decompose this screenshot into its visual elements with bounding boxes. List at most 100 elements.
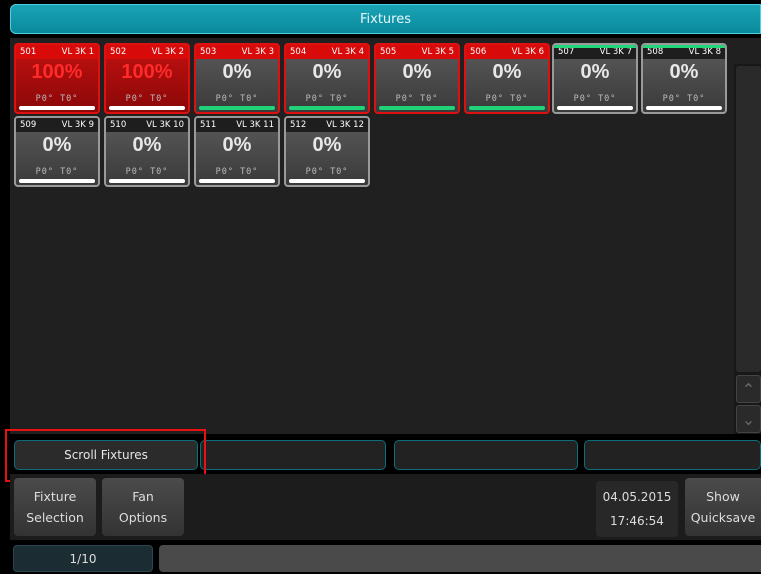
fixture-status-bar	[199, 179, 275, 183]
fixture-intensity: 0%	[42, 134, 72, 156]
fixture-tile[interactable]: 501 VL 3K 1 100% P0° T0°	[14, 43, 100, 114]
command-slot-4[interactable]	[584, 440, 761, 470]
fixture-id: 506	[470, 47, 487, 57]
scroll-up-button[interactable]: ⌃	[736, 375, 761, 403]
fixture-name: VL 3K 4	[331, 47, 364, 57]
show-quicksave-button[interactable]: Show Quicksave	[685, 478, 761, 536]
fixture-header: 502 VL 3K 2	[106, 45, 188, 59]
fixture-pan: P0°	[662, 94, 681, 104]
fixture-status-bar	[19, 106, 95, 110]
chevron-up-icon: ⌃	[741, 379, 756, 399]
page-strip	[159, 545, 761, 572]
fixture-pan: P0°	[215, 167, 234, 177]
fixture-name: VL 3K 10	[146, 120, 184, 130]
fixture-tilt: T0°	[60, 167, 79, 177]
fixture-header: 504 VL 3K 4	[286, 45, 368, 59]
fixture-pan-tilt: P0° T0°	[16, 167, 98, 177]
fixture-header: 512 VL 3K 12	[286, 118, 368, 132]
fixture-id: 504	[290, 47, 307, 57]
fixture-status-bar	[199, 106, 275, 110]
fixture-header: 505 VL 3K 5	[376, 45, 458, 59]
fixture-pan: P0°	[485, 94, 504, 104]
fixture-intensity: 0%	[312, 134, 342, 156]
fixture-tilt: T0°	[598, 94, 617, 104]
fixture-header: 507 VL 3K 7	[554, 45, 636, 59]
fixture-id: 503	[200, 47, 217, 57]
fixture-tilt: T0°	[240, 94, 259, 104]
intensity-indicator	[554, 45, 636, 48]
fixture-status-bar	[19, 179, 95, 183]
fixture-header: 503 VL 3K 3	[196, 45, 278, 59]
fixture-pan-tilt: P0° T0°	[554, 94, 636, 104]
fixture-selection-label-2: Selection	[26, 510, 84, 525]
fixture-status-bar	[557, 106, 633, 110]
fixture-pan: P0°	[305, 167, 324, 177]
fixture-intensity: 0%	[580, 61, 610, 83]
fixture-tile[interactable]: 502 VL 3K 2 100% P0° T0°	[104, 43, 190, 114]
fixture-tile[interactable]: 505 VL 3K 5 0% P0° T0°	[374, 43, 460, 114]
fixture-intensity: 0%	[222, 134, 252, 156]
fixture-id: 510	[110, 120, 127, 130]
fixture-pan: P0°	[305, 94, 324, 104]
fixture-pan: P0°	[215, 94, 234, 104]
fixture-name: VL 3K 11	[236, 120, 274, 130]
fixture-status-bar	[109, 179, 185, 183]
fixture-tile[interactable]: 504 VL 3K 4 0% P0° T0°	[284, 43, 370, 114]
fixture-name: VL 3K 1	[61, 47, 94, 57]
fixture-id: 512	[290, 120, 307, 130]
fixture-tile[interactable]: 508 VL 3K 8 0% P0° T0°	[641, 43, 727, 114]
fixture-name: VL 3K 6	[511, 47, 544, 57]
fixture-tile[interactable]: 509 VL 3K 9 0% P0° T0°	[14, 116, 100, 187]
fixture-intensity: 0%	[312, 61, 342, 83]
fixture-tile[interactable]: 506 VL 3K 6 0% P0° T0°	[464, 43, 550, 114]
fixture-pan-tilt: P0° T0°	[16, 94, 98, 104]
fixture-tilt: T0°	[330, 94, 349, 104]
fixture-tilt: T0°	[240, 167, 259, 177]
fixture-pan-tilt: P0° T0°	[643, 94, 725, 104]
fixture-id: 505	[380, 47, 397, 57]
fixture-id: 502	[110, 47, 127, 57]
fixture-tile[interactable]: 512 VL 3K 12 0% P0° T0°	[284, 116, 370, 187]
show-quicksave-label-1: Show	[706, 489, 740, 504]
fixture-selection-button[interactable]: Fixture Selection	[14, 478, 96, 536]
command-slot-2[interactable]	[200, 440, 386, 470]
fixture-header: 510 VL 3K 10	[106, 118, 188, 132]
fixture-tile[interactable]: 511 VL 3K 11 0% P0° T0°	[194, 116, 280, 187]
fixture-intensity: 100%	[31, 61, 83, 83]
page-indicator[interactable]: 1/10	[13, 545, 153, 572]
fixture-pan-tilt: P0° T0°	[286, 167, 368, 177]
fixture-header: 509 VL 3K 9	[16, 118, 98, 132]
fixture-tile[interactable]: 507 VL 3K 7 0% P0° T0°	[552, 43, 638, 114]
fixture-tile[interactable]: 510 VL 3K 10 0% P0° T0°	[104, 116, 190, 187]
fixture-pan: P0°	[35, 167, 54, 177]
fixture-name: VL 3K 8	[688, 47, 721, 57]
clock-date: 04.05.2015	[602, 490, 672, 504]
fan-options-label-1: Fan	[132, 489, 154, 504]
scroll-down-button[interactable]: ⌄	[736, 405, 761, 433]
fixture-tilt: T0°	[330, 167, 349, 177]
fixture-pan: P0°	[573, 94, 592, 104]
fixture-name: VL 3K 12	[326, 120, 364, 130]
scroll-track[interactable]	[736, 66, 761, 372]
fan-options-button[interactable]: Fan Options	[102, 478, 184, 536]
fixture-name: VL 3K 3	[241, 47, 274, 57]
fixture-status-bar	[469, 106, 545, 110]
chevron-down-icon: ⌄	[741, 409, 756, 429]
fixture-status-bar	[646, 106, 722, 110]
fixture-pan-tilt: P0° T0°	[106, 167, 188, 177]
fixture-id: 509	[20, 120, 37, 130]
fixture-tilt: T0°	[150, 94, 169, 104]
fixture-id: 501	[20, 47, 37, 57]
command-slot-3[interactable]	[394, 440, 578, 470]
fixture-status-bar	[289, 179, 365, 183]
fixture-tilt: T0°	[510, 94, 529, 104]
clock-time: 17:46:54	[610, 514, 664, 528]
fixture-id: 508	[647, 47, 664, 57]
window-title: Fixtures	[10, 4, 761, 34]
fixture-header: 501 VL 3K 1	[16, 45, 98, 59]
fixture-name: VL 3K 2	[151, 47, 184, 57]
fixture-intensity: 0%	[492, 61, 522, 83]
fixture-tile[interactable]: 503 VL 3K 3 0% P0° T0°	[194, 43, 280, 114]
fixture-pan: P0°	[125, 94, 144, 104]
fixture-name: VL 3K 9	[61, 120, 94, 130]
